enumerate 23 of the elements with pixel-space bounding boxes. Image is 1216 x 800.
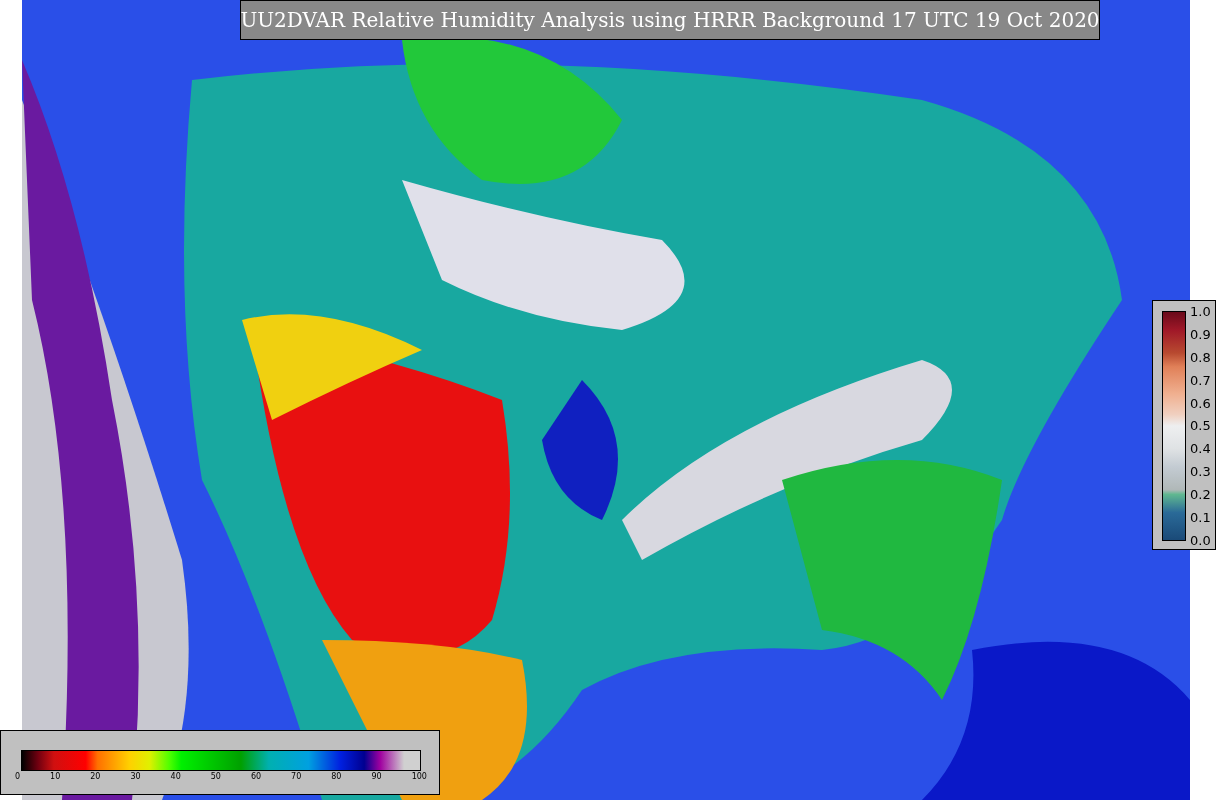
colorbar-tick-label: 100	[411, 773, 427, 781]
colorbar-tick-label: 30	[130, 773, 141, 781]
colorbar-tick-label: 0.6	[1190, 396, 1211, 410]
colorbar-tick-label: 0.5	[1190, 419, 1211, 433]
colorbar-tick-label: 0.0	[1190, 533, 1211, 547]
colorbar-tick-label: 60	[250, 773, 262, 781]
colorbar-tick-label: 50	[210, 773, 221, 781]
colorbar-tick-label: 0	[15, 773, 21, 781]
colorbar-tick-label: 0.2	[1190, 488, 1211, 502]
colorbar-tick-label: 40	[170, 773, 181, 781]
colorbar-tick-label: 10	[50, 773, 61, 781]
colorbar-tick-label: 80	[331, 773, 342, 781]
colorbar-tick-label: 0.4	[1190, 442, 1211, 456]
colorbar-tick-label: 1.0	[1190, 305, 1211, 318]
colorbar-tick-label: 0.7	[1190, 373, 1211, 387]
colorbar-tick-label: 0.3	[1190, 465, 1211, 479]
colorbar-tick-label: 20	[90, 773, 101, 781]
colorbar-tick-label: 90	[371, 773, 382, 781]
map-title: UU2DVAR Relative Humidity Analysis using HRRR Background 17 UTC 19 Oct 2020	[240, 0, 1100, 40]
colorbar-tick-label: 70	[291, 773, 302, 781]
colorbar-tick-label: 0.8	[1190, 350, 1211, 364]
colorbar-tick-label: 0.1	[1190, 511, 1211, 524]
colorbar-tick-label: 0.9	[1190, 327, 1211, 341]
